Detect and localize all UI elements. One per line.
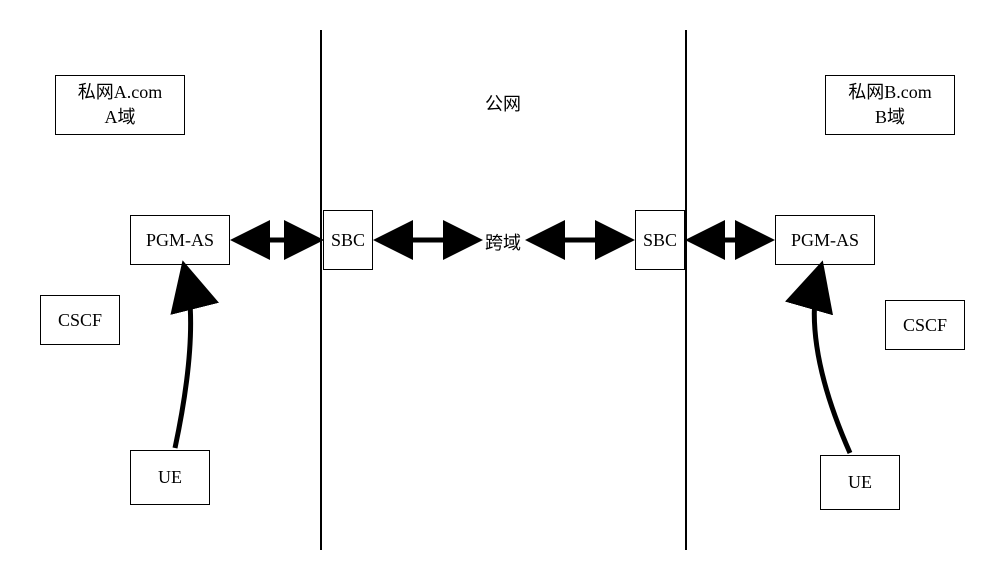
- left-pgm-as-node: PGM-AS: [130, 215, 230, 265]
- arrow-right-ue-pgm: [814, 270, 850, 453]
- right-network-line2: B域: [875, 105, 905, 130]
- left-network-line1: 私网A.com: [78, 80, 163, 105]
- left-separator: [320, 30, 322, 550]
- arrow-left-ue-pgm: [175, 270, 191, 448]
- left-network-line2: A域: [105, 105, 136, 130]
- left-network-label: 私网A.com A域: [55, 75, 185, 135]
- left-sbc-node: SBC: [323, 210, 373, 270]
- public-network-label: 公网: [485, 90, 521, 116]
- right-network-line1: 私网B.com: [848, 80, 932, 105]
- left-cscf-node: CSCF: [40, 295, 120, 345]
- left-ue-node: UE: [130, 450, 210, 505]
- cross-domain-label: 跨域: [485, 229, 521, 255]
- right-separator: [685, 30, 687, 550]
- right-pgm-as-node: PGM-AS: [775, 215, 875, 265]
- right-ue-node: UE: [820, 455, 900, 510]
- right-network-label: 私网B.com B域: [825, 75, 955, 135]
- right-cscf-node: CSCF: [885, 300, 965, 350]
- right-sbc-node: SBC: [635, 210, 685, 270]
